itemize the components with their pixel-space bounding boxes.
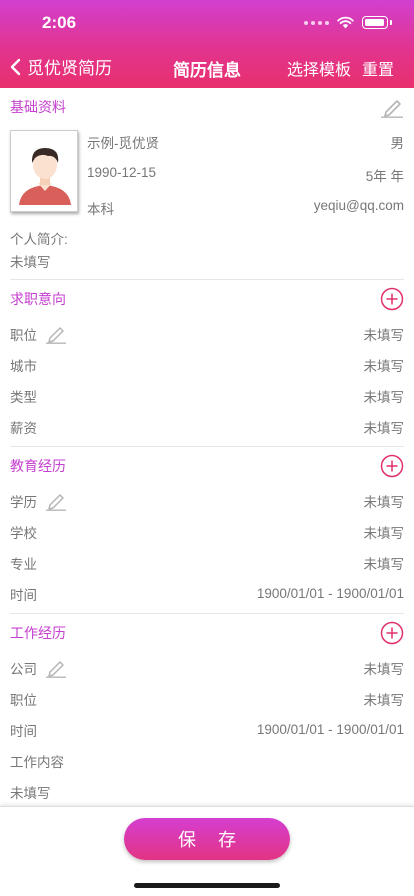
nav-bar: 觅优贤简历 简历信息 选择模板 重置 bbox=[0, 52, 414, 82]
reset-button[interactable]: 重置 bbox=[362, 56, 394, 80]
home-indicator bbox=[134, 883, 280, 888]
edit-pencil-icon[interactable] bbox=[380, 96, 404, 118]
wifi-icon bbox=[337, 16, 354, 29]
name-value: 示例-觅优贤 bbox=[87, 136, 159, 151]
education-row-major[interactable]: 专业 未填写 bbox=[10, 547, 404, 578]
basic-info-section: 基础资料 示例-觅优贤 男 1990-12-15 5年 年 本科 yeqiu@q… bbox=[10, 88, 404, 280]
battery-icon bbox=[362, 16, 388, 29]
work-content-label: 工作内容 bbox=[10, 754, 64, 770]
experience-value: 5年 年 bbox=[365, 169, 404, 184]
back-label: 觅优贤简历 bbox=[27, 59, 112, 78]
education-level-value: 本科 bbox=[87, 202, 114, 217]
save-button[interactable]: 保存 bbox=[124, 818, 290, 860]
back-button[interactable]: 觅优贤简历 bbox=[10, 54, 112, 79]
resume-content: 基础资料 示例-觅优贤 男 1990-12-15 5年 年 本科 yeqiu@q… bbox=[0, 88, 414, 807]
work-row-position[interactable]: 职位 未填写 bbox=[10, 683, 404, 714]
intent-row-city[interactable]: 城市 未填写 bbox=[10, 349, 404, 380]
add-circle-icon[interactable] bbox=[380, 621, 404, 645]
edit-pencil-icon[interactable] bbox=[45, 491, 67, 511]
work-title: 工作经历 bbox=[10, 625, 66, 641]
intro-value: 未填写 bbox=[10, 255, 51, 270]
avatar[interactable] bbox=[10, 130, 78, 212]
education-section: 教育经历 学历 未填写 学校 未填写 专业 未填写 时间 1900/01/01 bbox=[10, 447, 404, 614]
work-row-time[interactable]: 时间 1900/01/01 - 1900/01/01 bbox=[10, 714, 404, 745]
birth-value: 1990-12-15 bbox=[87, 165, 157, 180]
top-bar: 2:06 觅优贤简历 简历信息 选择模板 重置 bbox=[0, 0, 414, 88]
intent-row-salary[interactable]: 薪资 未填写 bbox=[10, 411, 404, 442]
work-row-company[interactable]: 公司 未填写 bbox=[10, 652, 404, 683]
intent-row-position[interactable]: 职位 未填写 bbox=[10, 318, 404, 349]
work-section: 工作经历 公司 未填写 职位 未填写 时间 1900/01/01 - 1900/… bbox=[10, 614, 404, 807]
job-intent-section: 求职意向 职位 未填写 城市 未填写 类型 未填写 薪资 未填写 bbox=[10, 280, 404, 447]
job-intent-title: 求职意向 bbox=[10, 291, 66, 307]
education-row-time[interactable]: 时间 1900/01/01 - 1900/01/01 bbox=[10, 578, 404, 609]
education-row-degree[interactable]: 学历 未填写 bbox=[10, 485, 404, 516]
select-template-button[interactable]: 选择模板 bbox=[287, 56, 351, 80]
signal-icon bbox=[304, 20, 329, 25]
status-time: 2:06 bbox=[42, 13, 77, 32]
email-value: yeqiu@qq.com bbox=[313, 198, 404, 213]
education-title: 教育经历 bbox=[10, 458, 66, 474]
bottom-bar: 保存 bbox=[0, 806, 414, 896]
edit-pencil-icon[interactable] bbox=[45, 658, 67, 678]
basic-info-title: 基础资料 bbox=[10, 99, 66, 115]
gender-value: 男 bbox=[390, 136, 405, 151]
status-bar: 2:06 bbox=[0, 0, 414, 46]
add-circle-icon[interactable] bbox=[380, 287, 404, 311]
education-row-school[interactable]: 学校 未填写 bbox=[10, 516, 404, 547]
status-icons bbox=[304, 16, 392, 29]
chevron-left-icon bbox=[10, 58, 21, 75]
work-content-value[interactable]: 未填写 bbox=[10, 776, 404, 807]
intent-row-type[interactable]: 类型 未填写 bbox=[10, 380, 404, 411]
edit-pencil-icon[interactable] bbox=[45, 324, 67, 344]
intro-label: 个人简介: bbox=[10, 232, 68, 247]
add-circle-icon[interactable] bbox=[380, 454, 404, 478]
